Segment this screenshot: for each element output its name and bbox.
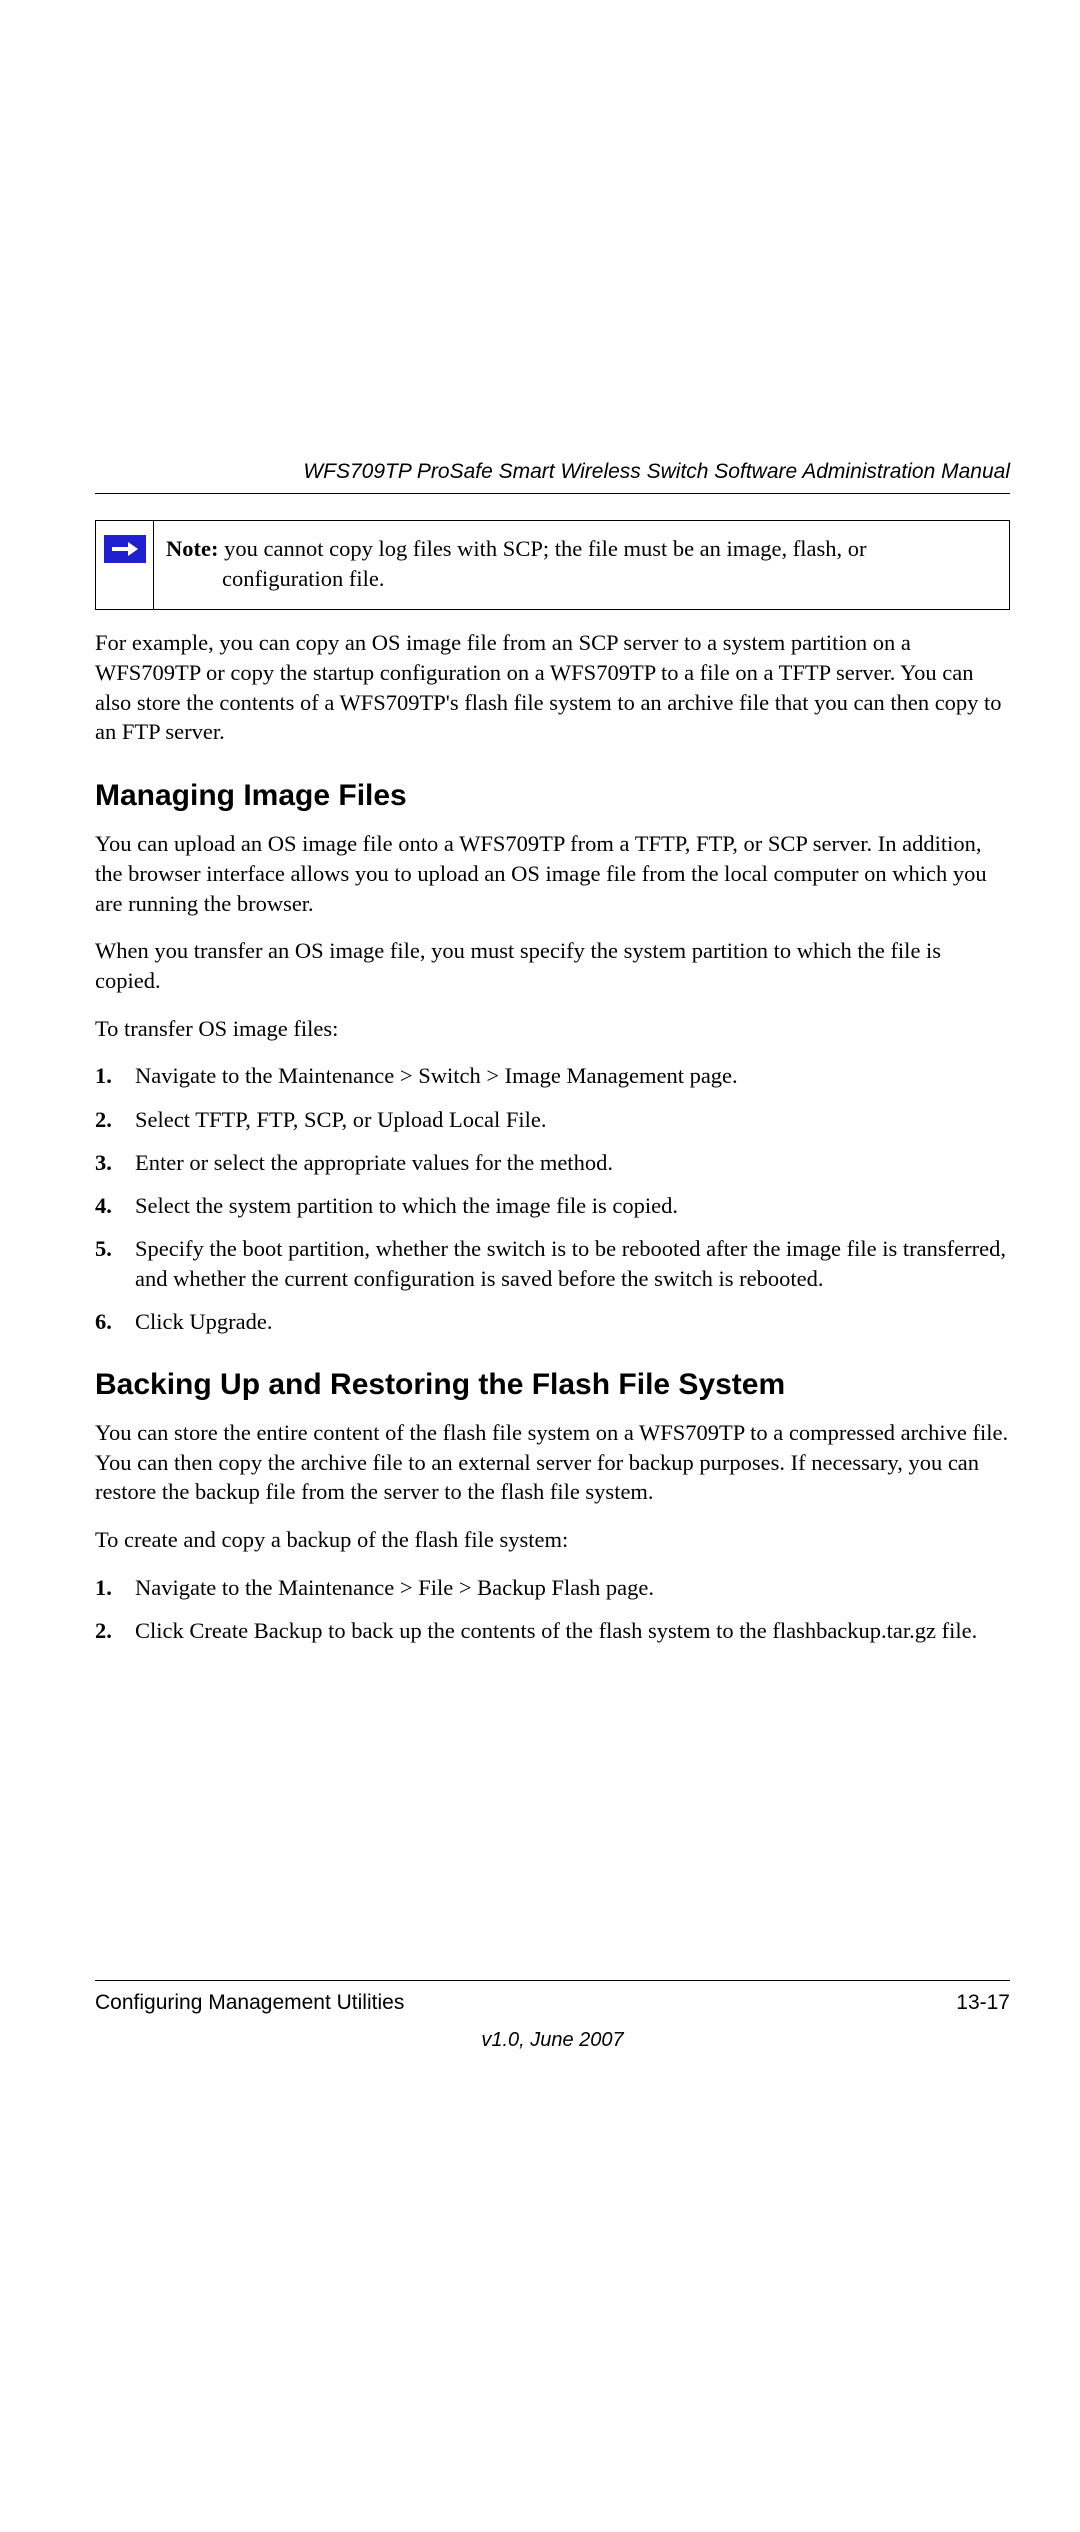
header-rule [95, 493, 1010, 494]
steps-list-backup: Navigate to the Maintenance > File > Bac… [95, 1573, 1010, 1646]
page-content: WFS709TP ProSafe Smart Wireless Switch S… [95, 460, 1010, 1659]
list-item: Enter or select the appropriate values f… [95, 1148, 1010, 1177]
footer-chapter: Configuring Management Utilities [95, 1991, 404, 2015]
body-paragraph: To create and copy a backup of the flash… [95, 1525, 1010, 1555]
list-item: Navigate to the Maintenance > Switch > I… [95, 1061, 1010, 1090]
page-footer: Configuring Management Utilities 13-17 v… [95, 1980, 1010, 2052]
footer-row: Configuring Management Utilities 13-17 [95, 1991, 1010, 2015]
list-item: Select TFTP, FTP, SCP, or Upload Local F… [95, 1105, 1010, 1134]
arrow-right-icon [104, 535, 146, 563]
note-icon-cell [96, 521, 154, 609]
intro-paragraph: For example, you can copy an OS image fi… [95, 628, 1010, 747]
running-header: WFS709TP ProSafe Smart Wireless Switch S… [95, 460, 1010, 493]
list-item: Specify the boot partition, whether the … [95, 1234, 1010, 1293]
list-item: Navigate to the Maintenance > File > Bac… [95, 1573, 1010, 1602]
footer-version: v1.0, June 2007 [95, 2029, 1010, 2052]
body-paragraph: You can upload an OS image file onto a W… [95, 829, 1010, 918]
steps-list-managing: Navigate to the Maintenance > Switch > I… [95, 1061, 1010, 1336]
list-item: Select the system partition to which the… [95, 1191, 1010, 1220]
section-heading-backup: Backing Up and Restoring the Flash File … [95, 1368, 1010, 1402]
body-paragraph: When you transfer an OS image file, you … [95, 936, 1010, 995]
note-text: Note: you cannot copy log files with SCP… [154, 521, 883, 609]
list-item: Click Create Backup to back up the conte… [95, 1616, 1010, 1645]
body-paragraph: To transfer OS image files: [95, 1014, 1010, 1044]
note-callout: Note: you cannot copy log files with SCP… [95, 520, 1010, 610]
note-line1: you cannot copy log files with SCP; the … [218, 536, 866, 561]
list-item: Click Upgrade. [95, 1307, 1010, 1336]
footer-rule [95, 1980, 1010, 1981]
body-paragraph: You can store the entire content of the … [95, 1418, 1010, 1507]
note-label: Note: [166, 536, 218, 561]
footer-page-number: 13-17 [956, 1991, 1010, 2015]
section-heading-managing: Managing Image Files [95, 779, 1010, 813]
note-line2: configuration file. [166, 564, 867, 594]
